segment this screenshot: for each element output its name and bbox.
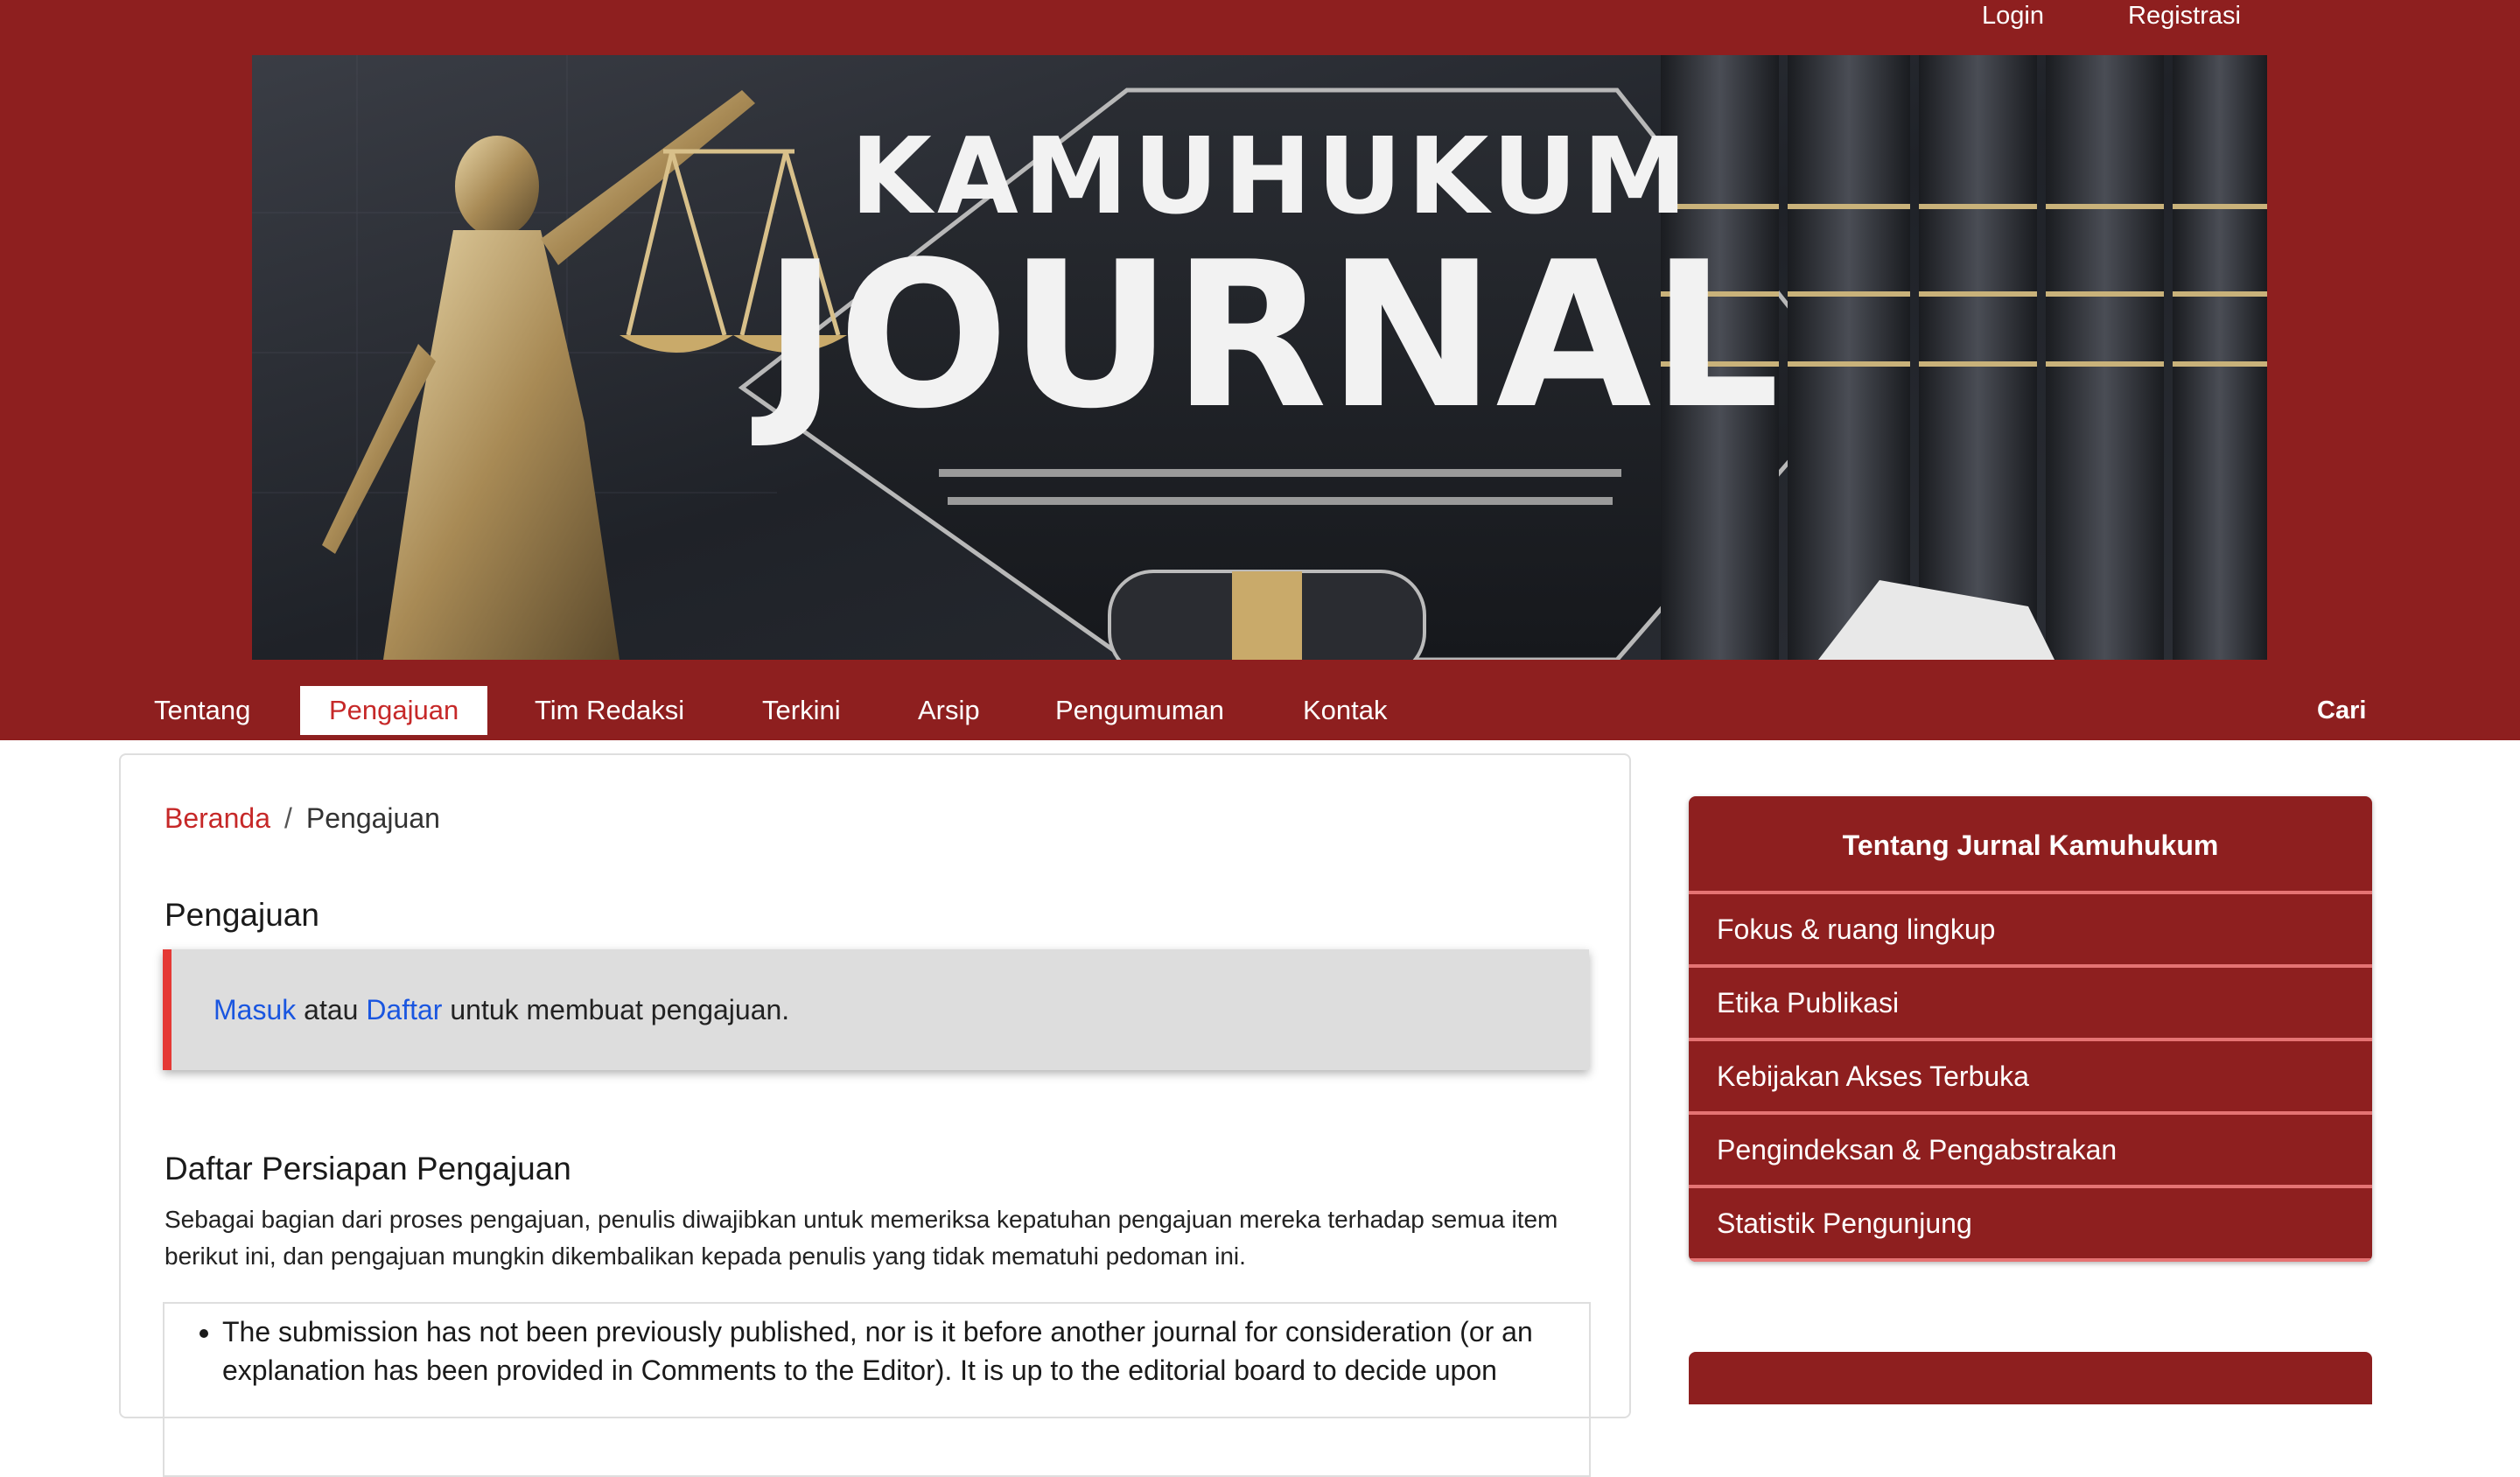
site-header: Login Registrasi KAMUHUKUM JOURNAL Tenta…: [0, 0, 2520, 740]
sidebar-item-publication-ethics[interactable]: Etika Publikasi: [1689, 968, 2372, 1041]
sidebar-title: Tentang Jurnal Kamuhukum: [1689, 796, 2372, 894]
nav-item-kontak[interactable]: Kontak: [1274, 686, 1417, 735]
sidebar-item-open-access[interactable]: Kebijakan Akses Terbuka: [1689, 1041, 2372, 1115]
sidebar-item-indexing[interactable]: Pengindeksan & Pengabstrakan: [1689, 1115, 2372, 1188]
list-item: The submission has not been previously p…: [222, 1312, 1563, 1390]
main-content: Beranda / Pengajuan Pengajuan Masuk atau D…: [119, 753, 1631, 1477]
nav-item-tim-redaksi[interactable]: Tim Redaksi: [506, 686, 713, 735]
sidebar-item-visitor-stats[interactable]: Statistik Pengunjung: [1689, 1188, 2372, 1262]
notice-suffix-text: untuk membuat pengajuan.: [450, 994, 790, 1026]
nav-item-pengajuan[interactable]: Pengajuan: [300, 686, 488, 735]
primary-nav: Tentang Pengajuan Tim Redaksi Terkini Ar…: [0, 682, 2520, 737]
search-link[interactable]: Cari: [2317, 686, 2366, 735]
checklist-box: The submission has not been previously p…: [163, 1302, 1591, 1477]
breadcrumb-home-link[interactable]: Beranda: [164, 802, 270, 834]
page-title: Pengajuan: [164, 897, 319, 933]
checklist-list: The submission has not been previously p…: [196, 1312, 1563, 1390]
login-notice: Masuk atau Daftar untuk membuat pengajua…: [163, 949, 1589, 1070]
login-link[interactable]: Login: [1982, 2, 2044, 31]
register-link-inline[interactable]: Daftar: [366, 994, 442, 1026]
nav-item-pengumuman[interactable]: Pengumuman: [1026, 686, 1253, 735]
checklist-title: Daftar Persiapan Pengajuan: [164, 1151, 571, 1186]
notice-or-text: atau: [304, 994, 359, 1026]
breadcrumb: Beranda / Pengajuan: [164, 802, 440, 835]
banner-illustration: KAMUHUKUM JOURNAL: [252, 55, 2267, 660]
nav-item-terkini[interactable]: Terkini: [733, 686, 870, 735]
banner-title-line2: JOURNAL: [752, 220, 1780, 453]
breadcrumb-separator: /: [284, 802, 292, 834]
sidebar-item-focus-scope[interactable]: Fokus & ruang lingkup: [1689, 894, 2372, 968]
breadcrumb-current: Pengajuan: [305, 802, 440, 834]
sidebar-about-block: Tentang Jurnal Kamuhukum Fokus & ruang l…: [1689, 796, 2372, 1262]
nav-item-tentang[interactable]: Tentang: [125, 686, 279, 735]
journal-banner[interactable]: KAMUHUKUM JOURNAL: [252, 55, 2267, 660]
login-link-inline[interactable]: Masuk: [214, 994, 296, 1026]
register-link[interactable]: Registrasi: [2128, 2, 2241, 31]
nav-item-arsip[interactable]: Arsip: [889, 686, 1009, 735]
checklist-description: Sebagai bagian dari proses pengajuan, pe…: [164, 1206, 1558, 1270]
sidebar-next-block: [1689, 1352, 2372, 1404]
